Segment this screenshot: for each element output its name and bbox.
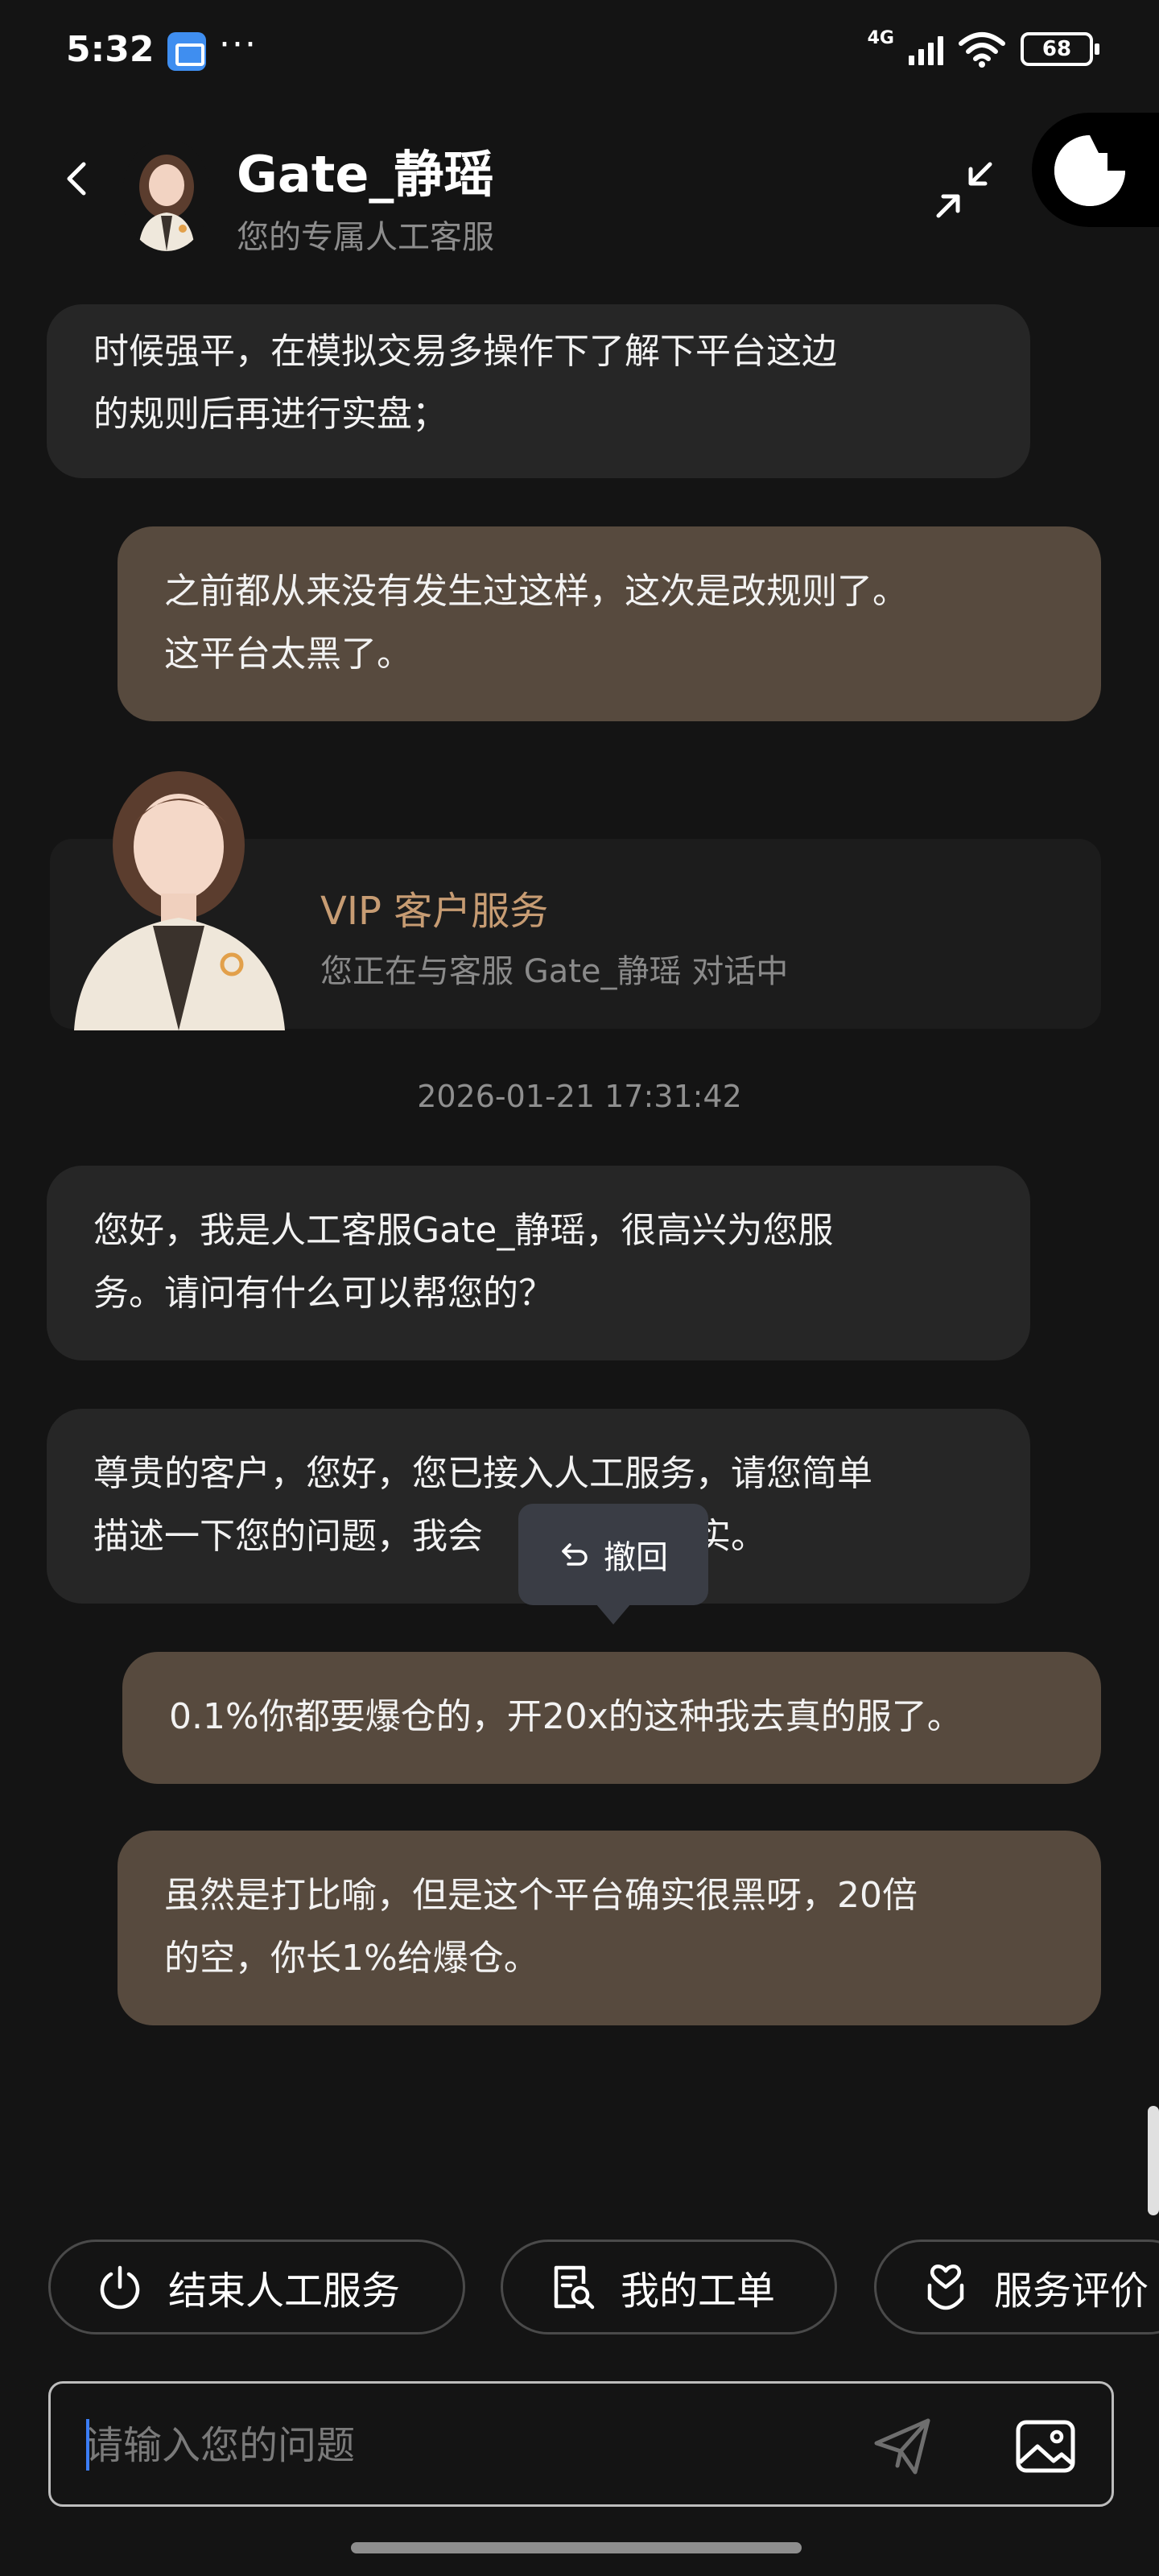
status-bar: 5:32 ··· 4G 68 xyxy=(0,0,1159,97)
message-text: 0.1%你都要爆仓的，开20x的这种我去真的服了。 xyxy=(169,1696,963,1737)
service-rating-button[interactable]: 服务评价 xyxy=(874,2240,1159,2334)
back-icon[interactable] xyxy=(60,161,95,196)
network-type-label: 4G xyxy=(867,27,894,48)
wifi-icon xyxy=(959,32,1005,68)
message-text: 之前都从来没有发生过这样，这次是改规则了。 这平台太黑了。 xyxy=(164,571,908,675)
power-icon xyxy=(100,2265,140,2310)
battery-icon: 68 xyxy=(1021,32,1099,66)
more-notifications-icon: ··· xyxy=(219,24,258,65)
my-tickets-button[interactable]: 我的工单 xyxy=(501,2240,837,2334)
status-time: 5:32 xyxy=(66,29,155,70)
agent-portrait xyxy=(74,771,285,1030)
message-bubble[interactable]: 时候强平，在模拟交易多操作下了解下平台这边 的规则后再进行实盘； xyxy=(47,304,1030,478)
home-indicator[interactable] xyxy=(351,2542,802,2553)
message-bubble-outgoing[interactable]: 之前都从来没有发生过这样，这次是改规则了。 这平台太黑了。 xyxy=(118,526,1101,721)
recall-popup[interactable]: 撤回 xyxy=(518,1504,708,1624)
message-bubble-outgoing[interactable]: 0.1%你都要爆仓的，开20x的这种我去真的服了。 xyxy=(122,1652,1101,1784)
gate-logo-icon[interactable] xyxy=(1048,129,1132,213)
message-bubble-outgoing[interactable]: 虽然是打比喻，但是这个平台确实很黑呀，20倍 的空，你长1%给爆仓。 xyxy=(118,1831,1101,2025)
shrink-icon[interactable] xyxy=(934,159,995,221)
action-label: 服务评价 xyxy=(994,2268,1149,2314)
message-input-box[interactable] xyxy=(48,2381,1114,2507)
vip-card-subtitle: 您正在与客服 Gate_静瑶 对话中 xyxy=(320,953,789,990)
message-text: 时候强平，在模拟交易多操作下了解下平台这边 的规则后再进行实盘； xyxy=(93,331,837,435)
battery-level: 68 xyxy=(1041,37,1072,61)
message-timestamp: 2026-01-21 17:31:42 xyxy=(417,1079,742,1114)
agent-name: Gate_静瑶 xyxy=(237,145,494,204)
text-caret xyxy=(86,2419,89,2471)
scrollbar-thumb[interactable] xyxy=(1148,2106,1159,2215)
signal-icon xyxy=(909,33,943,65)
image-upload-icon[interactable] xyxy=(1013,2414,1078,2479)
message-text: 您好，我是人工客服Gate_静瑶，很高兴为您服 务。请问有什么可以帮您的？ xyxy=(93,1210,834,1314)
action-label: 我的工单 xyxy=(621,2268,776,2314)
end-service-button[interactable]: 结束人工服务 xyxy=(48,2240,465,2334)
status-indicators: 4G 68 xyxy=(867,27,1099,68)
message-text: 虽然是打比喻，但是这个平台确实很黑呀，20倍 的空，你长1%给爆仓。 xyxy=(164,1875,918,1979)
action-label: 结束人工服务 xyxy=(168,2268,401,2314)
avatar[interactable] xyxy=(122,138,211,251)
message-bubble[interactable]: 您好，我是人工客服Gate_静瑶，很高兴为您服 务。请问有什么可以帮您的？ xyxy=(47,1166,1030,1360)
notification-app-icon xyxy=(167,32,206,71)
vip-card-title: VIP 客户服务 xyxy=(320,889,549,934)
agent-subtitle: 您的专属人工客服 xyxy=(237,219,494,256)
message-input[interactable] xyxy=(85,2416,809,2475)
recall-label: 撤回 xyxy=(604,1539,668,1576)
undo-icon xyxy=(562,1543,588,1566)
heart-hand-icon xyxy=(927,2264,964,2310)
send-icon[interactable] xyxy=(870,2414,934,2479)
ticket-search-icon xyxy=(554,2265,595,2310)
